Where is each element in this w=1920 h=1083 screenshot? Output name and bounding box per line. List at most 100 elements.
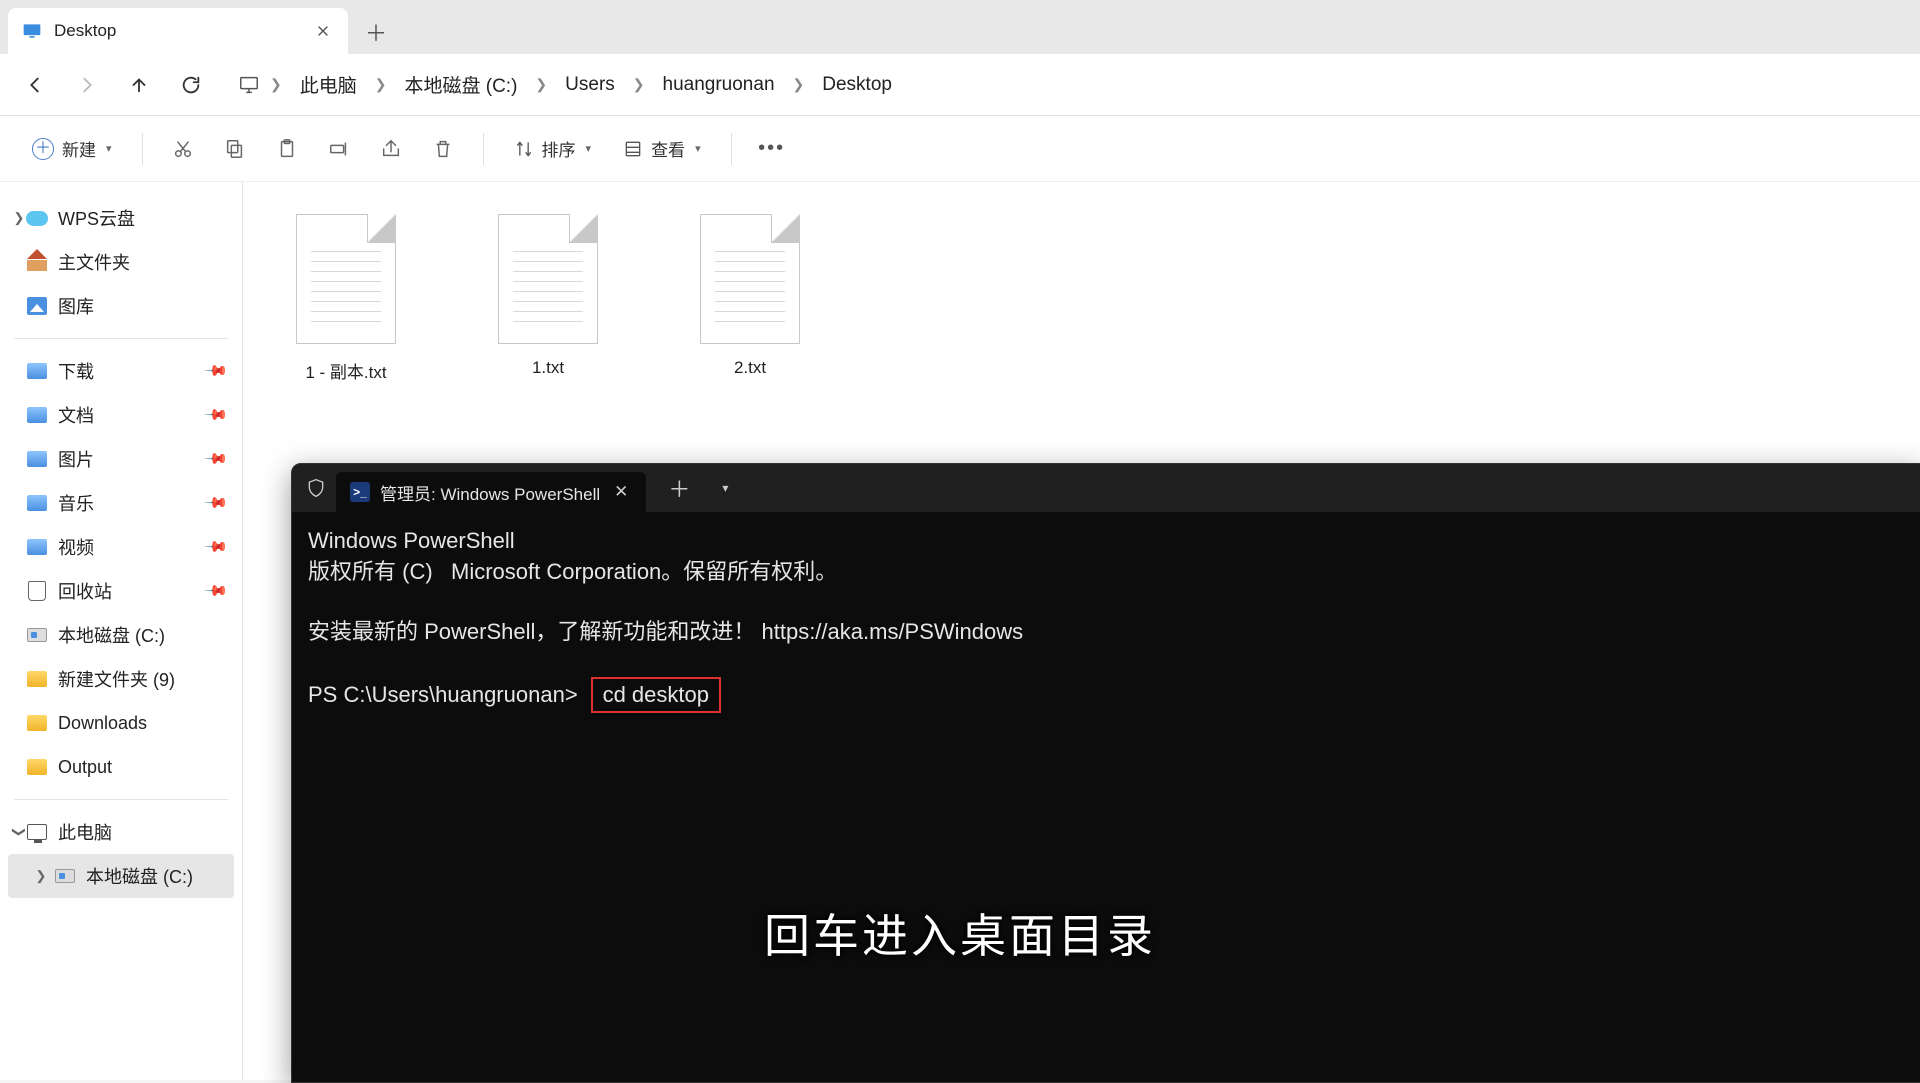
back-button[interactable] bbox=[12, 62, 58, 108]
pin-icon: 📌 bbox=[204, 490, 230, 516]
desktop-icon bbox=[22, 21, 42, 41]
explorer-tab[interactable]: Desktop bbox=[8, 8, 348, 54]
terminal-dropdown-button[interactable]: ▾ bbox=[712, 481, 738, 495]
sidebar-item-music[interactable]: 音乐📌 bbox=[8, 481, 234, 525]
crumb-this-pc[interactable]: 此电脑 bbox=[292, 67, 365, 102]
command-highlight: cd desktop bbox=[591, 677, 721, 713]
breadcrumb[interactable]: ❯ 此电脑 ❯ 本地磁盘 (C:) ❯ Users ❯ huangruonan … bbox=[238, 67, 1908, 102]
window-titlebar: Desktop ＋ bbox=[0, 0, 1920, 54]
terminal-tab-close[interactable]: ✕ bbox=[610, 482, 632, 502]
up-button[interactable] bbox=[116, 62, 162, 108]
new-button[interactable]: ＋ 新建 ▾ bbox=[20, 127, 124, 171]
terminal-titlebar[interactable]: >_ 管理员: Windows PowerShell ✕ ＋ ▾ bbox=[292, 464, 1920, 512]
view-label: 查看 bbox=[651, 136, 685, 161]
share-button[interactable] bbox=[369, 127, 413, 171]
folder-icon bbox=[26, 536, 48, 558]
monitor-icon bbox=[26, 821, 48, 843]
toolbar-separator bbox=[483, 133, 484, 165]
file-item[interactable]: 1.txt bbox=[473, 200, 623, 391]
pin-icon: 📌 bbox=[204, 402, 230, 428]
crumb-user[interactable]: huangruonan bbox=[655, 70, 783, 100]
sidebar-item-pictures[interactable]: 图片📌 bbox=[8, 437, 234, 481]
pin-icon: 📌 bbox=[204, 578, 230, 604]
sidebar-item-label: 下载 bbox=[58, 358, 94, 384]
powershell-icon: >_ bbox=[350, 482, 370, 502]
rename-button[interactable] bbox=[317, 127, 361, 171]
chevron-down-icon: ▾ bbox=[106, 142, 112, 155]
cut-button[interactable] bbox=[161, 127, 205, 171]
monitor-icon bbox=[238, 74, 260, 96]
chevron-right-icon: ❯ bbox=[627, 76, 651, 93]
toolbar-separator bbox=[731, 133, 732, 165]
sidebar-divider bbox=[14, 338, 228, 339]
sidebar-item-label: Output bbox=[58, 757, 112, 778]
sidebar-item-label: 视频 bbox=[58, 534, 94, 560]
crumb-drive-c[interactable]: 本地磁盘 (C:) bbox=[396, 67, 525, 102]
sidebar-item-this-pc[interactable]: ❯ 此电脑 bbox=[8, 810, 234, 854]
sort-button[interactable]: 排序 ▾ bbox=[502, 127, 604, 171]
plus-circle-icon: ＋ bbox=[32, 138, 54, 160]
file-name: 1 - 副本.txt bbox=[305, 358, 386, 383]
terminal-output[interactable]: Windows PowerShell 版权所有 (C) Microsoft Co… bbox=[292, 512, 1920, 727]
sidebar-item-output[interactable]: Output bbox=[8, 745, 234, 789]
sidebar-item-downloads[interactable]: 下载 📌 bbox=[8, 349, 234, 393]
image-icon bbox=[26, 295, 48, 317]
folder-icon bbox=[26, 712, 48, 734]
sidebar-item-label: 文档 bbox=[58, 402, 94, 428]
copy-button[interactable] bbox=[213, 127, 257, 171]
pin-icon: 📌 bbox=[204, 358, 230, 384]
sidebar-item-drive-c[interactable]: 本地磁盘 (C:) bbox=[8, 613, 234, 657]
new-tab-button[interactable]: ＋ bbox=[354, 10, 398, 54]
delete-button[interactable] bbox=[421, 127, 465, 171]
more-button[interactable]: ••• bbox=[750, 127, 794, 171]
tab-close-button[interactable] bbox=[312, 20, 334, 42]
chevron-right-icon: ❯ bbox=[264, 76, 288, 93]
crumb-desktop[interactable]: Desktop bbox=[814, 70, 900, 100]
new-label: 新建 bbox=[62, 136, 96, 161]
terminal-new-tab-button[interactable]: ＋ bbox=[656, 472, 702, 504]
sidebar-item-label: 主文件夹 bbox=[58, 249, 130, 275]
shield-icon bbox=[306, 477, 326, 499]
sidebar-item-label: 本地磁盘 (C:) bbox=[86, 863, 193, 889]
sidebar-item-downloads-en[interactable]: Downloads bbox=[8, 701, 234, 745]
crumb-users[interactable]: Users bbox=[557, 70, 623, 100]
recycle-bin-icon bbox=[26, 580, 48, 602]
sidebar-item-home[interactable]: 主文件夹 bbox=[8, 240, 234, 284]
sidebar-item-new-folder-9[interactable]: 新建文件夹 (9) bbox=[8, 657, 234, 701]
sidebar-item-recycle[interactable]: 回收站 📌 bbox=[8, 569, 234, 613]
sidebar-item-label: 回收站 bbox=[58, 578, 112, 604]
sort-label: 排序 bbox=[542, 136, 576, 161]
refresh-button[interactable] bbox=[168, 62, 214, 108]
terminal-window[interactable]: >_ 管理员: Windows PowerShell ✕ ＋ ▾ Windows… bbox=[291, 463, 1920, 1083]
file-item[interactable]: 1 - 副本.txt bbox=[271, 200, 421, 391]
sidebar-divider bbox=[14, 799, 228, 800]
text-file-icon bbox=[292, 208, 400, 348]
sidebar-item-wps-cloud[interactable]: ❯ WPS云盘 bbox=[8, 196, 234, 240]
paste-button[interactable] bbox=[265, 127, 309, 171]
sidebar-item-gallery[interactable]: 图库 bbox=[8, 284, 234, 328]
home-icon bbox=[26, 251, 48, 273]
file-item[interactable]: 2.txt bbox=[675, 200, 825, 391]
folder-icon bbox=[26, 756, 48, 778]
sidebar-item-videos[interactable]: 视频📌 bbox=[8, 525, 234, 569]
sidebar-item-label: WPS云盘 bbox=[58, 205, 135, 231]
sidebar-item-label: Downloads bbox=[58, 713, 147, 734]
cloud-icon bbox=[26, 207, 48, 229]
file-name: 2.txt bbox=[734, 358, 766, 378]
address-bar-row: ❯ 此电脑 ❯ 本地磁盘 (C:) ❯ Users ❯ huangruonan … bbox=[0, 54, 1920, 116]
view-button[interactable]: 查看 ▾ bbox=[611, 127, 713, 171]
folder-icon bbox=[26, 404, 48, 426]
text-file-icon bbox=[696, 208, 804, 348]
folder-icon bbox=[26, 668, 48, 690]
folder-icon bbox=[26, 448, 48, 470]
text-file-icon bbox=[494, 208, 602, 348]
sidebar-item-documents[interactable]: 文档 📌 bbox=[8, 393, 234, 437]
chevron-down-icon: ▾ bbox=[586, 142, 592, 155]
terminal-tab[interactable]: >_ 管理员: Windows PowerShell ✕ bbox=[336, 472, 646, 512]
sidebar-item-drive-c-nested[interactable]: ❯ 本地磁盘 (C:) bbox=[8, 854, 234, 898]
terminal-prompt: PS C:\Users\huangruonan> bbox=[308, 682, 578, 707]
forward-button[interactable] bbox=[64, 62, 110, 108]
chevron-down-icon: ❯ bbox=[11, 823, 27, 841]
chevron-right-icon: ❯ bbox=[32, 868, 50, 884]
sidebar-item-label: 图片 bbox=[58, 446, 94, 472]
